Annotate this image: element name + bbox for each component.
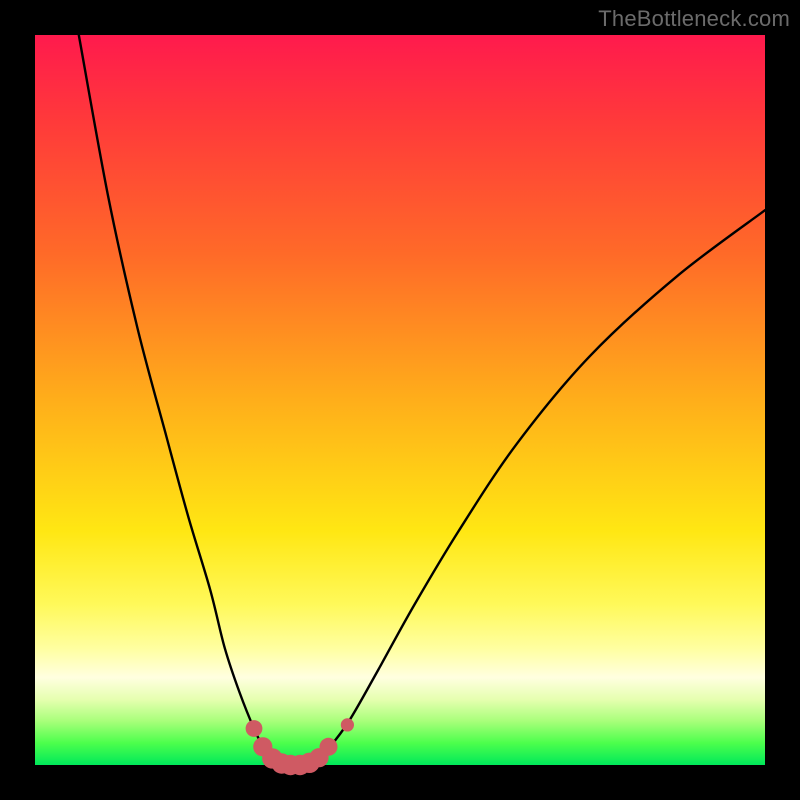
highlight-dot [246, 720, 263, 737]
chart-plot-area [35, 35, 765, 765]
chart-frame: TheBottleneck.com [0, 0, 800, 800]
curve-line [79, 35, 765, 765]
highlight-dot [320, 738, 338, 756]
highlight-markers [246, 718, 354, 775]
watermark-text: TheBottleneck.com [598, 6, 790, 32]
chart-svg [35, 35, 765, 765]
highlight-dot [341, 718, 354, 731]
